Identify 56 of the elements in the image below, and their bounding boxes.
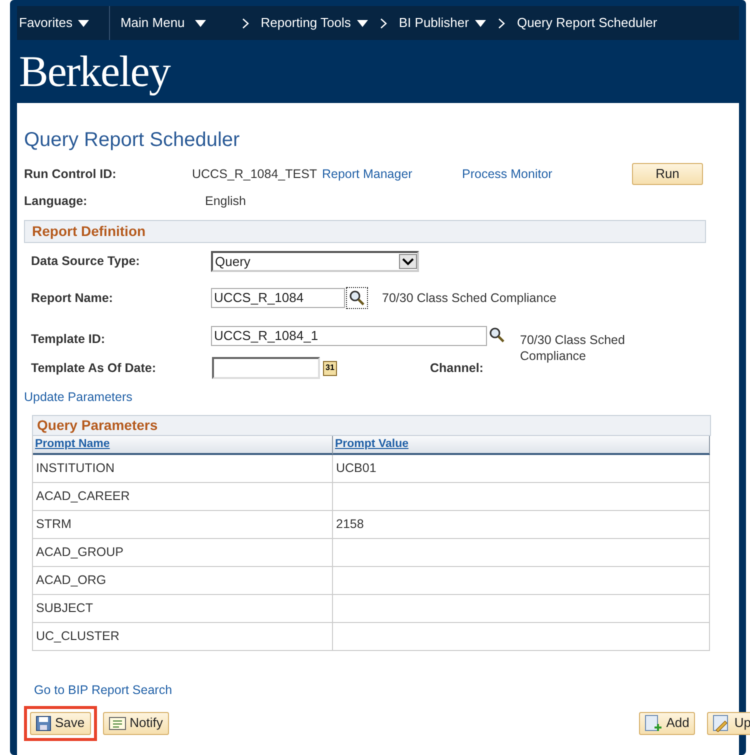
section-header: Query Parameters [32, 414, 711, 436]
table-cell: SUBJECT [33, 594, 333, 623]
field-label: Data Source Type: [31, 253, 141, 270]
field-label: Template ID: [31, 331, 106, 348]
note-icon [108, 716, 126, 730]
calendar-icon[interactable]: 31 [323, 360, 337, 376]
table-cell: UC_CLUSTER [33, 622, 333, 651]
report-name-field[interactable]: UCCS_R_1084 [211, 288, 345, 308]
table-cell: ACAD_CAREER [33, 482, 333, 511]
chevron-icon [242, 18, 249, 28]
report-description: 70/30 Class Sched Compliance [382, 290, 556, 307]
add-button[interactable]: Add [639, 712, 696, 734]
search-icon[interactable] [489, 327, 505, 343]
pencil-page-icon [713, 714, 730, 732]
run-button[interactable]: Run [632, 163, 703, 185]
breadcrumb[interactable]: Query Report Scheduler [516, 13, 658, 33]
bip-report-search-link[interactable]: Go to BIP Report Search [34, 680, 172, 700]
save-button[interactable]: Save [30, 712, 91, 734]
caret-icon [194, 20, 206, 26]
run-control-value: UCCS_R_1084_TEST [192, 166, 318, 183]
search-icon[interactable] [349, 290, 365, 306]
table-cell: 2158 [333, 510, 710, 539]
nav-menu[interactable]: Favorites [17, 6, 110, 40]
caret-icon [78, 20, 90, 26]
notify-button[interactable]: Notify [102, 712, 169, 734]
column-header[interactable]: Prompt Name [33, 436, 333, 455]
caret-icon [474, 20, 486, 26]
date-field[interactable] [212, 357, 320, 379]
field-label: Report Name: [31, 290, 114, 307]
process-monitor-link[interactable]: Process Monitor [462, 164, 632, 184]
column-header[interactable]: Prompt Value [333, 436, 710, 455]
field-label: Template As Of Date: [31, 360, 158, 377]
table-cell: ACAD_GROUP [33, 538, 333, 567]
data-source-dropdown[interactable]: Query [211, 251, 419, 272]
update-parameters-link[interactable]: Update Parameters [24, 388, 132, 407]
chevron-icon [380, 18, 387, 28]
table-cell: ACAD_ORG [33, 566, 333, 595]
report-manager-link[interactable]: Report Manager [322, 164, 462, 184]
breadcrumb-menu[interactable]: Reporting Tools [260, 13, 368, 33]
table-cell: UCB01 [333, 454, 710, 483]
field-label: Run Control ID: [24, 166, 118, 183]
page-title: Query Report Scheduler [24, 130, 241, 150]
table-cell: STRM [33, 510, 333, 539]
add-page-icon [645, 714, 662, 732]
field-label: Language: [24, 192, 88, 210]
caret-icon [356, 20, 368, 26]
field-label: Channel: [430, 360, 484, 377]
chevron-icon [498, 18, 505, 28]
language-value: English [205, 192, 246, 210]
template-id-field[interactable]: UCCS_R_1084_1 [211, 326, 487, 346]
section-header: Report Definition [24, 220, 706, 243]
logo: Berkeley [19, 50, 170, 94]
template-description: 70/30 Class Sched Compliance [520, 332, 626, 364]
table-cell: INSTITUTION [33, 454, 333, 483]
nav-menu[interactable]: Main Menu [110, 6, 230, 40]
breadcrumb-menu[interactable]: BI Publisher [398, 13, 486, 33]
